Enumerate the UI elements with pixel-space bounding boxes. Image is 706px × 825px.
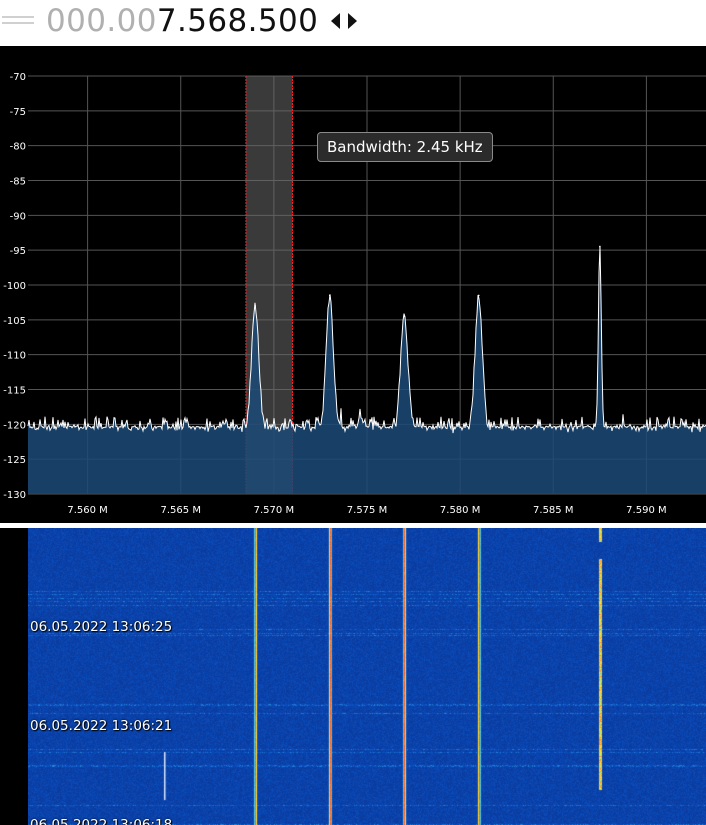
waterfall-canvas[interactable] <box>28 528 706 825</box>
x-tick-label: 7.575 M <box>347 505 387 516</box>
peak-point <box>328 294 331 297</box>
y-tick-label: -130 <box>3 490 26 501</box>
y-tick-label: -120 <box>3 420 26 431</box>
x-tick-label: 7.585 M <box>533 505 573 516</box>
menu-handle-icon[interactable] <box>2 8 34 34</box>
peak-point <box>254 305 257 307</box>
peak-point <box>477 294 480 297</box>
waterfall-panel[interactable]: 06.05.2022 13:06:25 06.05.2022 13:06:21 … <box>0 528 706 825</box>
x-tick-label: 7.560 M <box>67 505 107 516</box>
spectrum-panel[interactable]: -70 -75 -80 -85 -90 -95 -100 -105 -110 -115 -120 -1… <box>0 46 706 523</box>
waterfall-timestamp: 06.05.2022 13:06:18 <box>30 817 173 825</box>
y-tick-label: -105 <box>3 316 26 327</box>
frequency-dim-digits[interactable]: 000.00 <box>46 3 157 39</box>
y-tick-label: -110 <box>3 351 26 362</box>
x-tick-label: 7.580 M <box>440 505 480 516</box>
x-axis: 7.560 M 7.565 M 7.570 M 7.575 M 7.580 M 7.585… <box>67 505 666 516</box>
spectrum-plot[interactable]: -70 -75 -80 -85 -90 -95 -100 -105 -110 -115 -120 -1… <box>0 46 706 523</box>
y-tick-label: -85 <box>10 177 26 188</box>
y-tick-label: -95 <box>10 246 26 257</box>
x-tick-label: 7.565 M <box>161 505 201 516</box>
y-tick-label: -125 <box>3 455 26 466</box>
waterfall-timestamp: 06.05.2022 13:06:25 <box>30 619 173 635</box>
bandwidth-tooltip: Bandwidth: 2.45 kHz <box>317 132 493 162</box>
y-tick-label: -80 <box>10 142 26 153</box>
frequency-display[interactable]: 000.007.568.500 <box>46 2 318 40</box>
peak-point <box>403 315 406 318</box>
x-tick-label: 7.570 M <box>254 505 294 516</box>
waterfall-timestamp: 06.05.2022 13:06:21 <box>30 718 173 734</box>
y-tick-label: -75 <box>10 107 26 118</box>
frequency-main-digits[interactable]: 7.568.500 <box>157 3 318 39</box>
x-tick-label: 7.590 M <box>626 505 666 516</box>
y-tick-label: -100 <box>3 281 26 292</box>
y-tick-label: -70 <box>10 72 26 83</box>
frequency-bar: 000.007.568.500 <box>0 0 706 44</box>
y-tick-label: -90 <box>10 211 26 222</box>
left-right-arrows-icon[interactable] <box>330 11 358 31</box>
peak-point <box>599 245 601 248</box>
y-tick-label: -115 <box>3 386 26 397</box>
y-axis: -70 -75 -80 -85 -90 -95 -100 -105 -110 -115 -120 -1… <box>3 72 26 501</box>
